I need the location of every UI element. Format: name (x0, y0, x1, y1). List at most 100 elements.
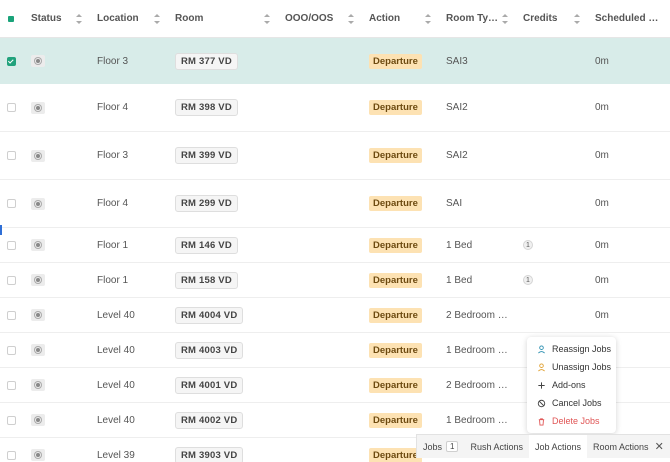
sort-icon[interactable] (348, 13, 354, 24)
status-icon[interactable] (31, 414, 45, 426)
room-chip[interactable]: RM 398 VD (175, 99, 238, 116)
location-text: Floor 3 (97, 150, 129, 161)
row-checkbox[interactable] (6, 450, 16, 460)
room-type-cell: SAI (437, 180, 514, 227)
room-chip[interactable]: RM 3903 VD (175, 446, 244, 462)
room-chip[interactable]: RM 4002 VD (175, 411, 244, 429)
column-header-action[interactable]: Action (360, 0, 437, 37)
status-icon[interactable] (31, 101, 45, 114)
table-row[interactable]: Floor 1 RM 146 VD Departure 1 Bed 1 0m (0, 228, 670, 263)
row-select-cell (0, 298, 22, 332)
column-header-credits[interactable]: Credits (514, 0, 586, 37)
status-cell (22, 38, 88, 84)
action-cell: Departure (360, 403, 437, 437)
room-type-text: 2 Bedroom … (446, 309, 508, 321)
column-header-ooo[interactable]: OOO/OOS (276, 0, 360, 37)
room-chip[interactable]: RM 4004 VD (175, 306, 244, 324)
menu-item-reassign-jobs[interactable]: Reassign Jobs (527, 340, 616, 358)
room-type-cell: 2 Bedroom … (437, 298, 514, 332)
row-checkbox[interactable] (6, 415, 16, 425)
credits-cell: 1 (514, 228, 586, 262)
row-checkbox[interactable] (6, 151, 16, 160)
room-type-cell: SAI2 (437, 84, 514, 131)
row-checkbox[interactable] (6, 199, 16, 208)
row-checkbox[interactable] (6, 310, 16, 320)
room-actions-tab[interactable]: Room Actions (587, 435, 655, 458)
status-icon[interactable] (31, 239, 45, 251)
status-icon[interactable] (31, 344, 45, 356)
status-icon[interactable] (31, 309, 45, 321)
column-header-room-type[interactable]: Room Ty… (437, 0, 514, 37)
column-header-room[interactable]: Room (166, 0, 276, 37)
scheduled-text: 0m (595, 150, 609, 161)
location-text: Level 40 (97, 309, 135, 321)
menu-item-add-ons[interactable]: Add-ons (527, 376, 616, 394)
action-cell: Departure (360, 263, 437, 297)
menu-item-cancel-jobs[interactable]: Cancel Jobs (527, 394, 616, 412)
menu-item-unassign-jobs[interactable]: Unassign Jobs (527, 358, 616, 376)
reassign-user-icon (537, 344, 546, 354)
credits-cell (514, 132, 586, 179)
column-header-location[interactable]: Location (88, 0, 166, 37)
row-checkbox[interactable] (6, 275, 16, 285)
table-row[interactable]: Floor 3 RM 399 VD Departure SAI2 0m (0, 132, 670, 180)
room-cell: RM 3903 VD (166, 438, 276, 462)
action-badge: Departure (369, 148, 422, 163)
room-chip[interactable]: RM 4001 VD (175, 376, 244, 394)
room-cell: RM 4001 VD (166, 368, 276, 402)
room-chip[interactable]: RM 4003 VD (175, 341, 244, 359)
action-badge: Departure (369, 196, 422, 211)
menu-item-delete-jobs[interactable]: Delete Jobs (527, 412, 616, 430)
location-text: Level 39 (97, 449, 135, 461)
action-badge: Departure (369, 100, 422, 115)
status-cell (22, 228, 88, 262)
status-icon[interactable] (31, 149, 45, 162)
table-row[interactable]: Floor 4 RM 398 VD Departure SAI2 0m (0, 84, 670, 132)
column-header-status[interactable]: Status (22, 0, 88, 37)
room-type-cell: 2 Bedroom … (437, 368, 514, 402)
job-actions-tab[interactable]: Job Actions (529, 435, 588, 458)
table-row[interactable]: Floor 4 RM 299 VD Departure SAI 0m (0, 180, 670, 228)
status-icon[interactable] (31, 55, 45, 67)
column-header-scheduled[interactable]: Scheduled … (586, 0, 670, 37)
close-icon[interactable]: ✕ (655, 440, 670, 453)
status-icon[interactable] (31, 274, 45, 286)
table-row[interactable]: Level 40 RM 4004 VD Departure 2 Bedroom … 0m (0, 298, 670, 333)
room-chip[interactable]: RM 399 VD (175, 147, 238, 164)
row-checkbox[interactable] (6, 380, 16, 390)
status-icon[interactable] (31, 449, 45, 461)
room-cell: RM 399 VD (166, 132, 276, 179)
sort-icon[interactable] (574, 13, 580, 24)
status-icon[interactable] (31, 197, 45, 210)
row-checkbox[interactable] (6, 345, 16, 355)
action-badge: Departure (369, 342, 422, 358)
sort-icon[interactable] (76, 13, 82, 24)
location-cell: Level 39 (88, 438, 166, 462)
row-select-cell (0, 84, 22, 131)
room-chip[interactable]: RM 146 VD (175, 236, 238, 254)
row-checkbox[interactable] (6, 103, 16, 112)
row-checkbox[interactable] (6, 56, 16, 66)
row-checkbox[interactable] (6, 240, 16, 250)
location-text: Level 40 (97, 344, 135, 356)
sort-icon[interactable] (425, 13, 431, 24)
scheduled-cell: 0m (586, 38, 670, 84)
action-cell: Departure (360, 228, 437, 262)
ooo-cell (276, 298, 360, 332)
sort-icon[interactable] (154, 13, 160, 24)
status-icon[interactable] (31, 379, 45, 391)
action-cell: Departure (360, 84, 437, 131)
table-row[interactable]: Floor 3 RM 377 VD Departure SAI3 0m (0, 38, 670, 85)
credit-badge: 1 (523, 275, 533, 285)
scheduled-cell: 0m (586, 84, 670, 131)
rush-actions-tab[interactable]: Rush Actions (464, 435, 529, 458)
sort-icon[interactable] (502, 13, 508, 24)
room-chip[interactable]: RM 299 VD (175, 195, 238, 212)
room-chip[interactable]: RM 158 VD (175, 271, 238, 289)
table-row[interactable]: Floor 1 RM 158 VD Departure 1 Bed 1 0m (0, 263, 670, 298)
sort-icon[interactable] (264, 13, 270, 24)
select-all-indicator[interactable] (0, 0, 22, 37)
location-cell: Floor 4 (88, 84, 166, 131)
room-chip[interactable]: RM 377 VD (175, 52, 238, 70)
action-badge: Departure (369, 412, 422, 428)
